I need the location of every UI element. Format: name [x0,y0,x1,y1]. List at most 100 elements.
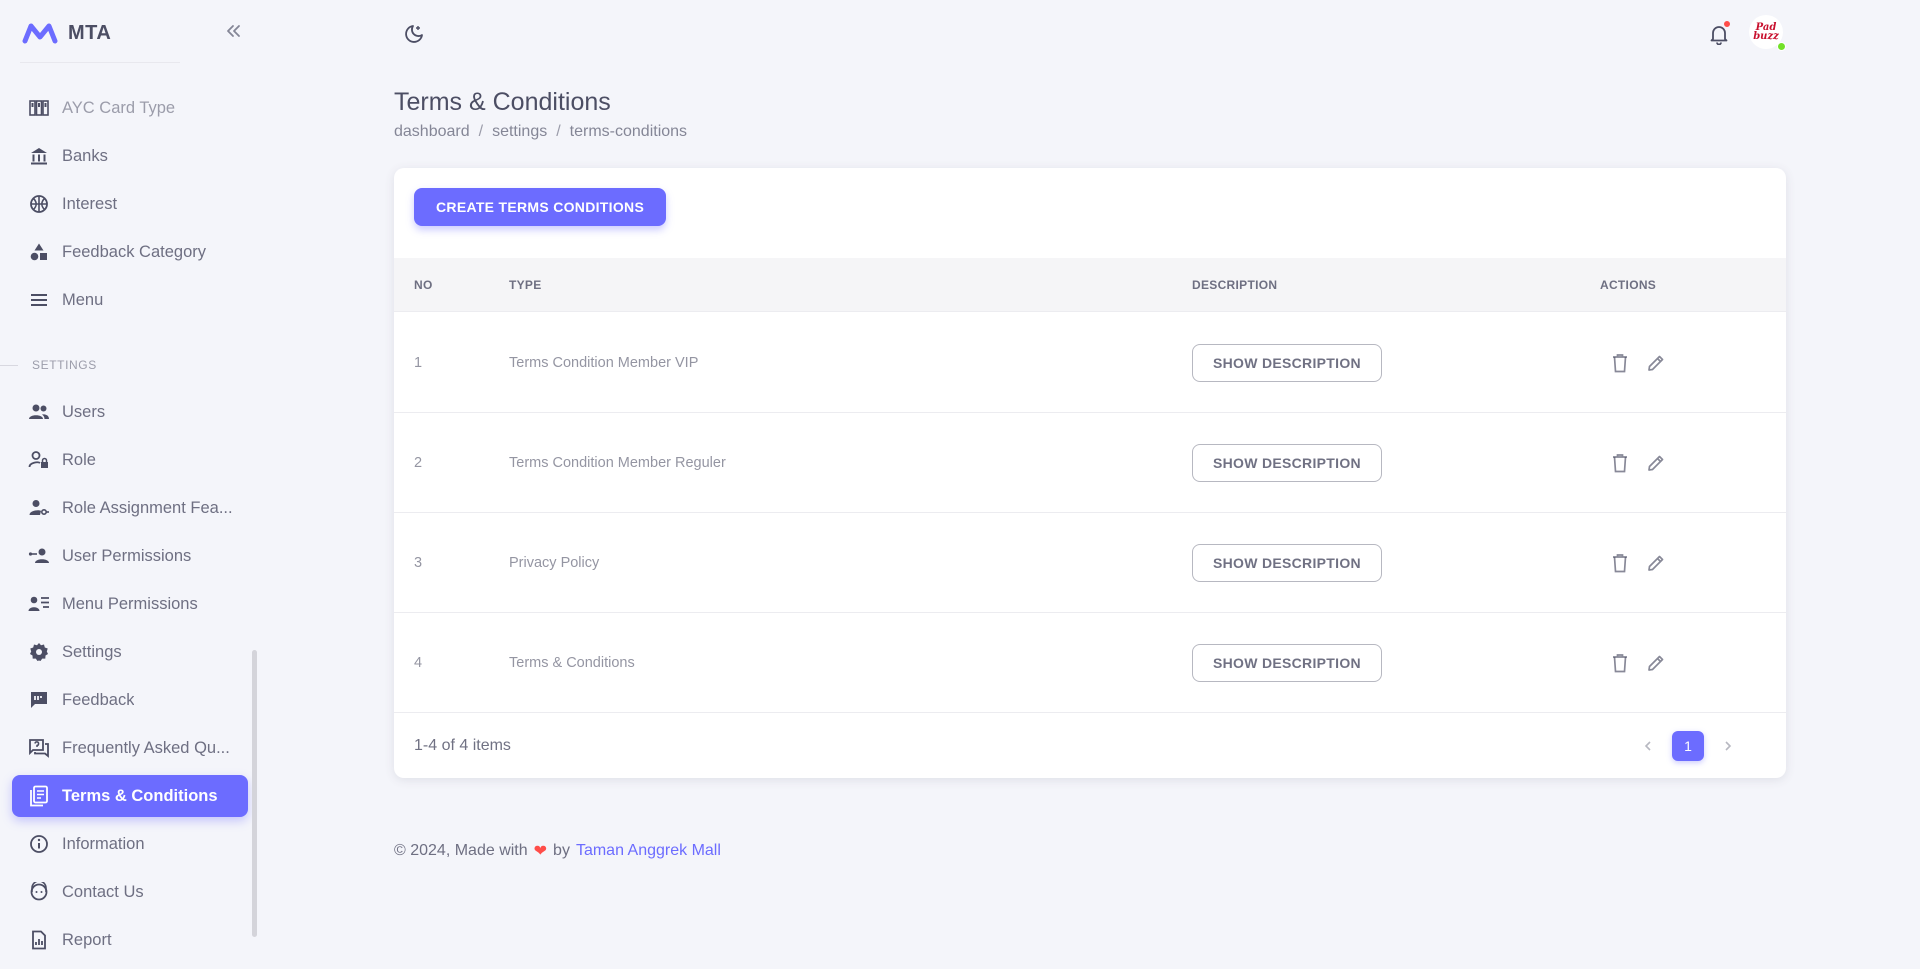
footer-company-link[interactable]: Taman Anggrek Mall [576,842,721,860]
basketball-icon [28,193,50,215]
sidebar-item-label: Contact Us [62,882,144,901]
column-header-no: NO [414,278,433,292]
sidebar-item-terms-conditions[interactable]: Terms & Conditions [12,775,248,817]
edit-pencil-icon[interactable] [1645,352,1667,374]
table-footer: 1-4 of 4 items 1 [394,714,1786,778]
show-description-button[interactable]: SHOW DESCRIPTION [1192,644,1382,682]
user-avatar[interactable]: Pad buzz [1749,15,1786,51]
breadcrumb-dashboard[interactable]: dashboard [394,123,470,141]
row-number: 3 [414,555,423,571]
breadcrumb-settings[interactable]: settings [492,123,547,141]
sidebar-item-ayc-card-type[interactable]: AYC Card Type [12,87,248,129]
delete-icon[interactable] [1609,652,1631,674]
notifications-button[interactable] [1705,20,1733,48]
sidebar-item-role-assignment[interactable]: Role Assignment Fea... [12,487,248,529]
collapse-sidebar-button[interactable] [220,18,246,44]
show-description-button[interactable]: SHOW DESCRIPTION [1192,444,1382,482]
edit-pencil-icon[interactable] [1645,652,1667,674]
bank-icon [28,145,50,167]
next-page-button[interactable] [1714,732,1742,760]
prev-page-button[interactable] [1634,732,1662,760]
sidebar-item-label: Menu [62,290,104,309]
sidebar-item-faq[interactable]: Frequently Asked Qu... [12,727,248,769]
avatar-logo-text: Pad buzz [1753,22,1779,42]
sidebar-item-label: Role [62,450,96,469]
heart-icon: ❤ [533,843,548,860]
breadcrumb-current: terms-conditions [569,123,688,140]
row-type: Terms Condition Member VIP [509,355,699,371]
chevron-left-icon [1644,741,1651,751]
actions-cell [1600,513,1667,613]
column-header-actions: ACTIONS [1600,278,1657,292]
user-key-icon [28,497,50,519]
sidebar-item-feedback[interactable]: Feedback [12,679,248,721]
user-share-icon [28,545,50,567]
breadcrumb: dashboard / settings / terms-conditions [394,123,687,141]
faq-icon [28,737,50,759]
sidebar-item-banks[interactable]: Banks [12,135,248,177]
description-cell: SHOW DESCRIPTION [1192,613,1382,713]
sidebar-item-report[interactable]: Report [12,919,248,961]
online-status-dot [1777,42,1786,51]
delete-icon[interactable] [1609,352,1631,374]
sidebar-item-user-permissions[interactable]: User Permissions [12,535,248,577]
breadcrumb-separator: / [478,123,484,140]
items-count: 1-4 of 4 items [414,737,511,754]
sidebar-item-interest[interactable]: Interest [12,183,248,225]
sidebar-item-role[interactable]: Role [12,439,248,481]
sidebar-item-settings[interactable]: Settings [12,631,248,673]
notification-badge [1723,20,1731,28]
breadcrumb-separator: / [556,123,561,140]
report-icon [28,929,50,951]
sidebar-item-feedback-category[interactable]: Feedback Category [12,231,248,273]
mta-logo-icon [22,22,58,44]
delete-icon[interactable] [1609,452,1631,474]
chevrons-left-icon [227,25,240,37]
create-terms-button[interactable]: CREATE TERMS CONDITIONS [414,188,667,226]
row-type: Terms Condition Member Reguler [509,455,726,471]
table-row: 4 Terms & Conditions SHOW DESCRIPTION [394,613,1786,713]
page-title: Terms & Conditions [394,88,611,116]
actions-cell [1600,613,1667,713]
sidebar-item-label: Terms & Conditions [62,786,218,805]
sidebar-scrollbar[interactable] [252,650,257,937]
table-header: NO TYPE DESCRIPTION ACTIONS [394,258,1786,312]
shapes-icon [28,241,50,263]
sidebar-item-label: Feedback [62,690,135,709]
card-type-icon [28,97,50,119]
sidebar-item-label: Interest [62,194,118,213]
show-description-button[interactable]: SHOW DESCRIPTION [1192,544,1382,582]
sidebar-item-label: Role Assignment Fea... [62,498,233,517]
table-row: 3 Privacy Policy SHOW DESCRIPTION [394,513,1786,613]
sidebar: MTA AYC Card Type Banks Interest Feedbac… [0,0,260,969]
moon-stars-icon [405,25,423,43]
sidebar-item-contact-us[interactable]: Contact Us [12,871,248,913]
sidebar-item-label: Settings [62,642,122,661]
support-agent-icon [28,881,50,903]
sidebar-item-label: Frequently Asked Qu... [62,738,230,757]
sidebar-item-users[interactable]: Users [12,391,248,433]
show-description-button[interactable]: SHOW DESCRIPTION [1192,344,1382,382]
table-row: 2 Terms Condition Member Reguler SHOW DE… [394,413,1786,513]
row-type: Terms & Conditions [509,655,635,671]
edit-pencil-icon[interactable] [1645,452,1667,474]
section-title-settings: SETTINGS [32,358,97,372]
section-divider [0,365,18,366]
description-cell: SHOW DESCRIPTION [1192,513,1382,613]
sidebar-item-menu-permissions[interactable]: Menu Permissions [12,583,248,625]
edit-pencil-icon[interactable] [1645,552,1667,574]
theme-toggle-button[interactable] [400,20,428,48]
description-cell: SHOW DESCRIPTION [1192,313,1382,413]
sidebar-item-menu[interactable]: Menu [12,279,248,321]
feedback-icon [28,689,50,711]
sidebar-item-information[interactable]: Information [12,823,248,865]
terms-table-card: CREATE TERMS CONDITIONS NO TYPE DESCRIPT… [394,168,1786,778]
info-icon [28,833,50,855]
row-number: 2 [414,455,423,471]
row-type: Privacy Policy [509,555,600,571]
sidebar-item-label: User Permissions [62,546,192,565]
delete-icon[interactable] [1609,552,1631,574]
row-number: 1 [414,355,423,371]
page-number-button[interactable]: 1 [1672,731,1704,761]
brand[interactable]: MTA [22,18,111,48]
